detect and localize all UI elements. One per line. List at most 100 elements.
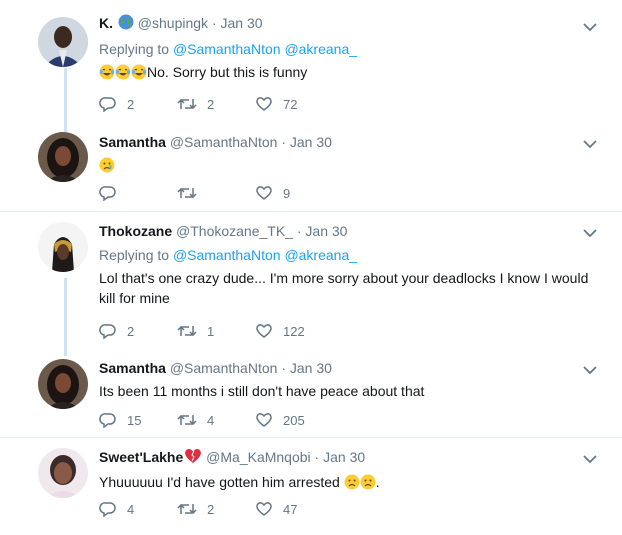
replying-label: Replying to <box>99 41 170 57</box>
tweet[interactable]: K. @shupingk · Jan 30 Replying to @Saman… <box>0 0 622 125</box>
tweet[interactable]: Samantha @SamanthaNton · Jan 30 9 <box>0 125 622 211</box>
tweet[interactable]: Sweet'Lakhe @Ma_KaMnqobi · Jan 30 Yhuuuu… <box>0 438 622 535</box>
reply-button[interactable]: 15 <box>99 412 177 428</box>
like-count: 122 <box>283 323 305 339</box>
reply-icon <box>99 97 116 112</box>
like-button[interactable]: 72 <box>255 96 333 112</box>
like-button[interactable]: 47 <box>255 501 333 517</box>
mention-link[interactable]: @SamanthaNton <box>173 41 281 57</box>
tweet-text <box>99 155 592 175</box>
frown-face-emoji-icon <box>360 474 376 490</box>
avatar[interactable] <box>38 448 88 498</box>
display-name[interactable]: Samantha <box>99 360 166 376</box>
chevron-down-icon[interactable] <box>582 363 598 375</box>
timestamp[interactable]: Jan 30 <box>323 449 365 465</box>
tweet-text: No. Sorry but this is funny <box>99 62 592 82</box>
separator-dot: · <box>314 449 320 465</box>
laugh-cry-emoji-icon <box>131 64 147 80</box>
tweet-actions: 15 4 205 <box>99 411 333 429</box>
crying-face-emoji-icon <box>99 157 115 173</box>
retweet-button[interactable]: 1 <box>177 323 255 339</box>
tweet[interactable]: Thokozane @Thokozane_TK_ · Jan 30 Replyi… <box>0 212 622 347</box>
heart-outline-icon <box>256 324 272 338</box>
reply-button[interactable] <box>99 185 177 201</box>
tweet-actions: 2 1 122 <box>99 322 333 340</box>
tweet-text: Yhuuuuuu I'd have gotten him arrested . <box>99 472 592 492</box>
tweet-header: Samantha @SamanthaNton · Jan 30 <box>99 359 592 377</box>
mention-link[interactable]: @SamanthaNton <box>173 247 281 263</box>
timestamp[interactable]: Jan 30 <box>290 134 332 150</box>
handle[interactable]: @Ma_KaMnqobi <box>206 449 311 465</box>
mention-link[interactable]: @akreana_ <box>284 247 357 263</box>
like-button[interactable]: 9 <box>255 185 333 201</box>
heart-outline-icon <box>256 97 272 111</box>
like-count: 9 <box>283 185 291 201</box>
tweet-text-suffix: . <box>375 474 380 490</box>
tweet-text: Its been 11 months i still don't have pe… <box>99 383 425 399</box>
chevron-down-icon[interactable] <box>582 226 598 238</box>
heart-outline-icon <box>256 413 272 427</box>
tweet-actions: 9 <box>99 184 333 202</box>
mention-link[interactable]: @akreana_ <box>284 41 357 57</box>
display-name[interactable]: Sweet'Lakhe <box>99 449 183 465</box>
like-button[interactable]: 122 <box>255 323 333 339</box>
reply-count: 2 <box>127 323 135 339</box>
laugh-cry-emoji-icon <box>99 64 115 80</box>
handle[interactable]: @SamanthaNton <box>170 134 278 150</box>
retweet-button[interactable] <box>177 185 255 201</box>
display-name[interactable]: Samantha <box>99 134 166 150</box>
timestamp[interactable]: Jan 30 <box>305 223 347 239</box>
tweet-text-body: No. Sorry but this is funny <box>147 64 308 80</box>
separator-dot: · <box>281 360 286 376</box>
chevron-down-icon[interactable] <box>582 20 598 32</box>
avatar[interactable] <box>38 359 88 409</box>
chevron-down-icon[interactable] <box>582 452 598 464</box>
heart-icon <box>184 448 202 468</box>
avatar[interactable] <box>38 17 88 67</box>
reply-count: 15 <box>127 412 142 428</box>
reply-icon <box>99 186 116 201</box>
replying-to: Replying to @SamanthaNton @akreana_ <box>99 246 592 264</box>
like-count: 72 <box>283 96 298 112</box>
avatar[interactable] <box>38 222 88 272</box>
display-name[interactable]: K. <box>99 15 113 31</box>
chevron-down-icon[interactable] <box>582 137 598 149</box>
retweet-button[interactable]: 2 <box>177 501 255 517</box>
reply-button[interactable]: 2 <box>99 96 177 112</box>
handle[interactable]: @Thokozane_TK_ <box>176 223 293 239</box>
like-button[interactable]: 205 <box>255 412 333 428</box>
reply-icon <box>99 413 116 428</box>
globe-icon <box>118 14 134 34</box>
separator-dot: · <box>296 223 302 239</box>
display-name[interactable]: Thokozane <box>99 223 172 239</box>
tweet-header: Thokozane @Thokozane_TK_ · Jan 30 <box>99 222 592 240</box>
tweet-text-line: kill for mine <box>99 290 170 306</box>
timestamp[interactable]: Jan 30 <box>221 15 263 31</box>
reply-button[interactable]: 2 <box>99 323 177 339</box>
tweet[interactable]: Samantha @SamanthaNton · Jan 30 Its been… <box>0 347 622 437</box>
like-count: 205 <box>283 412 305 428</box>
tweet-actions: 4 2 47 <box>99 500 333 518</box>
reply-button[interactable]: 4 <box>99 501 177 517</box>
heart-outline-icon <box>256 502 272 516</box>
handle[interactable]: @SamanthaNton <box>170 360 278 376</box>
retweet-count: 1 <box>207 323 215 339</box>
retweet-count: 2 <box>207 501 215 517</box>
tweet-actions: 2 2 72 <box>99 95 333 113</box>
replying-to: Replying to @SamanthaNton @akreana_ <box>99 40 592 58</box>
retweet-button[interactable]: 4 <box>177 412 255 428</box>
tweet-text-body: Yhuuuuuu I'd have gotten him arrested <box>99 474 340 490</box>
retweet-icon <box>177 325 197 337</box>
retweet-button[interactable]: 2 <box>177 96 255 112</box>
reply-count: 2 <box>127 96 135 112</box>
reply-icon <box>99 324 116 339</box>
reply-icon <box>99 502 116 517</box>
tweet-header: K. @shupingk · Jan 30 <box>99 14 592 34</box>
replying-label: Replying to <box>99 247 170 263</box>
avatar[interactable] <box>38 132 88 182</box>
tweet-text-line: Lol that's one crazy dude... I'm more so… <box>99 270 589 286</box>
timestamp[interactable]: Jan 30 <box>290 360 332 376</box>
retweet-icon <box>177 98 197 110</box>
separator-dot: · <box>211 15 217 31</box>
handle[interactable]: @shupingk <box>138 15 208 31</box>
